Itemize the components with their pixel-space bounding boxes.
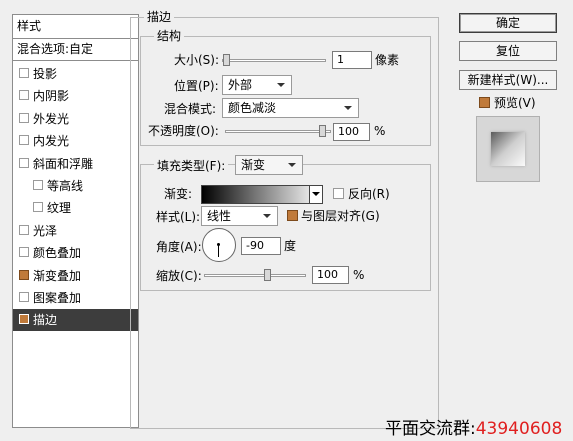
ok-button[interactable]: 确定 (459, 13, 557, 33)
reverse-checkbox[interactable] (333, 188, 344, 199)
style-list-item-label: 颜色叠加 (33, 246, 82, 261)
style-list-item-label: 描边 (33, 313, 58, 328)
style-list-item-label: 光泽 (33, 223, 58, 238)
reset-button[interactable]: 复位 (459, 41, 557, 61)
style-list-item[interactable]: 内发光 (13, 130, 138, 152)
chevron-down-icon (312, 192, 320, 196)
style-checkbox[interactable] (19, 135, 29, 146)
position-label: 位置(P): (174, 79, 219, 93)
style-preview-thumbnail (476, 116, 540, 182)
reverse-label[interactable]: 反向(R) (348, 185, 390, 203)
angle-dial-line (218, 245, 219, 257)
style-list-item[interactable]: 外发光 (13, 108, 138, 130)
position-select[interactable]: 外部 (222, 75, 292, 95)
style-list-item-label: 等高线 (47, 179, 84, 193)
style-checkbox[interactable] (19, 224, 29, 235)
position-select-value: 外部 (228, 78, 253, 92)
new-style-button[interactable]: 新建样式(W)... (459, 70, 557, 90)
blend-options-item[interactable]: 混合选项:自定 (13, 39, 138, 61)
scale-label: 缩放(C): (156, 269, 202, 283)
align-with-layer-label[interactable]: 与图层对齐(G) (301, 207, 380, 225)
preview-checkbox[interactable] (479, 97, 490, 108)
angle-label: 角度(A): (156, 240, 202, 254)
style-checkbox[interactable] (33, 202, 43, 213)
structure-title: 结构 (154, 29, 185, 43)
chevron-down-icon (263, 214, 271, 218)
opacity-unit: % (374, 124, 386, 138)
footer-group-text: 平面交流群:43940608 (385, 419, 562, 439)
gradient-style-select[interactable]: 线性 (201, 206, 278, 226)
style-list-item[interactable]: 描边 (13, 309, 138, 332)
style-checkbox[interactable] (33, 180, 43, 190)
style-checkbox[interactable] (19, 68, 29, 78)
blend-mode-select-value: 颜色减淡 (228, 101, 277, 115)
scale-input[interactable]: 100 (312, 266, 349, 284)
preview-swatch (491, 132, 525, 166)
style-list-item[interactable]: 内阴影 (13, 85, 138, 107)
angle-dial-center (217, 243, 220, 246)
style-list-item[interactable]: 斜面和浮雕 (13, 153, 138, 175)
style-list-item[interactable]: 投影 (13, 63, 138, 85)
chevron-down-icon (344, 106, 352, 110)
style-list-item-label: 外发光 (33, 111, 70, 126)
gradient-dropdown-button[interactable] (309, 186, 322, 203)
gradient-style-select-value: 线性 (207, 209, 232, 223)
scale-slider-track[interactable] (204, 274, 306, 277)
footer-label: 平面交流群: (385, 419, 476, 439)
preview-label[interactable]: 预览(V) (494, 94, 536, 112)
style-list: 样式 混合选项:自定 投影内阴影外发光内发光斜面和浮雕等高线纹理光泽颜色叠加渐变… (12, 14, 139, 428)
gradient-style-label: 样式(L): (156, 210, 201, 224)
opacity-input[interactable]: 100 (333, 123, 370, 141)
angle-unit: 度 (284, 239, 297, 253)
stroke-title: 描边 (144, 10, 175, 24)
style-list-item-label: 纹理 (47, 201, 72, 216)
blend-mode-label: 混合模式: (164, 102, 217, 116)
style-checkbox[interactable] (19, 314, 29, 325)
gradient-swatch[interactable] (201, 185, 323, 204)
chevron-down-icon (277, 83, 285, 87)
fill-type-label: 填充类型(F): (154, 159, 229, 173)
size-unit: 像素 (375, 53, 400, 67)
opacity-label: 不透明度(O): (148, 124, 219, 138)
style-list-item[interactable]: 光泽 (13, 220, 138, 242)
style-list-header[interactable]: 样式 (13, 15, 138, 39)
size-input[interactable]: 1 (332, 51, 372, 69)
style-list-item-label: 内阴影 (33, 89, 70, 104)
scale-slider-thumb[interactable] (264, 269, 271, 281)
style-list-item[interactable]: 颜色叠加 (13, 242, 138, 264)
style-checkbox[interactable] (19, 90, 29, 101)
style-checkbox[interactable] (19, 247, 29, 258)
opacity-slider-thumb[interactable] (319, 125, 326, 137)
gradient-label: 渐变: (164, 187, 193, 201)
size-label: 大小(S): (174, 53, 220, 67)
style-checkbox[interactable] (19, 292, 29, 302)
angle-input[interactable]: -90 (241, 237, 281, 255)
style-list-item-label: 渐变叠加 (33, 268, 82, 283)
fill-type-select-value: 渐变 (241, 158, 266, 172)
scale-unit: % (353, 268, 365, 282)
angle-dial[interactable] (202, 228, 236, 262)
style-list-item-label: 图案叠加 (33, 291, 82, 305)
fill-type-select[interactable]: 渐变 (235, 155, 303, 175)
style-list-item-label: 内发光 (33, 134, 70, 149)
style-checkbox[interactable] (19, 157, 29, 168)
footer-number: 43940608 (475, 419, 563, 439)
style-list-item[interactable]: 图案叠加 (13, 287, 138, 309)
style-list-item-label: 斜面和浮雕 (33, 156, 94, 171)
size-slider-thumb[interactable] (223, 54, 230, 66)
style-list-item[interactable]: 纹理 (13, 197, 138, 219)
size-slider-track[interactable] (222, 59, 326, 62)
blend-mode-select[interactable]: 颜色减淡 (222, 98, 359, 118)
align-with-layer-checkbox[interactable] (287, 210, 298, 221)
style-list-item[interactable]: 渐变叠加 (13, 265, 138, 287)
chevron-down-icon (288, 163, 296, 167)
style-checkbox[interactable] (19, 112, 29, 123)
style-list-item[interactable]: 等高线 (13, 175, 138, 197)
opacity-slider-track[interactable] (225, 130, 331, 133)
style-checkbox[interactable] (19, 269, 29, 280)
style-list-item-label: 投影 (33, 67, 58, 81)
